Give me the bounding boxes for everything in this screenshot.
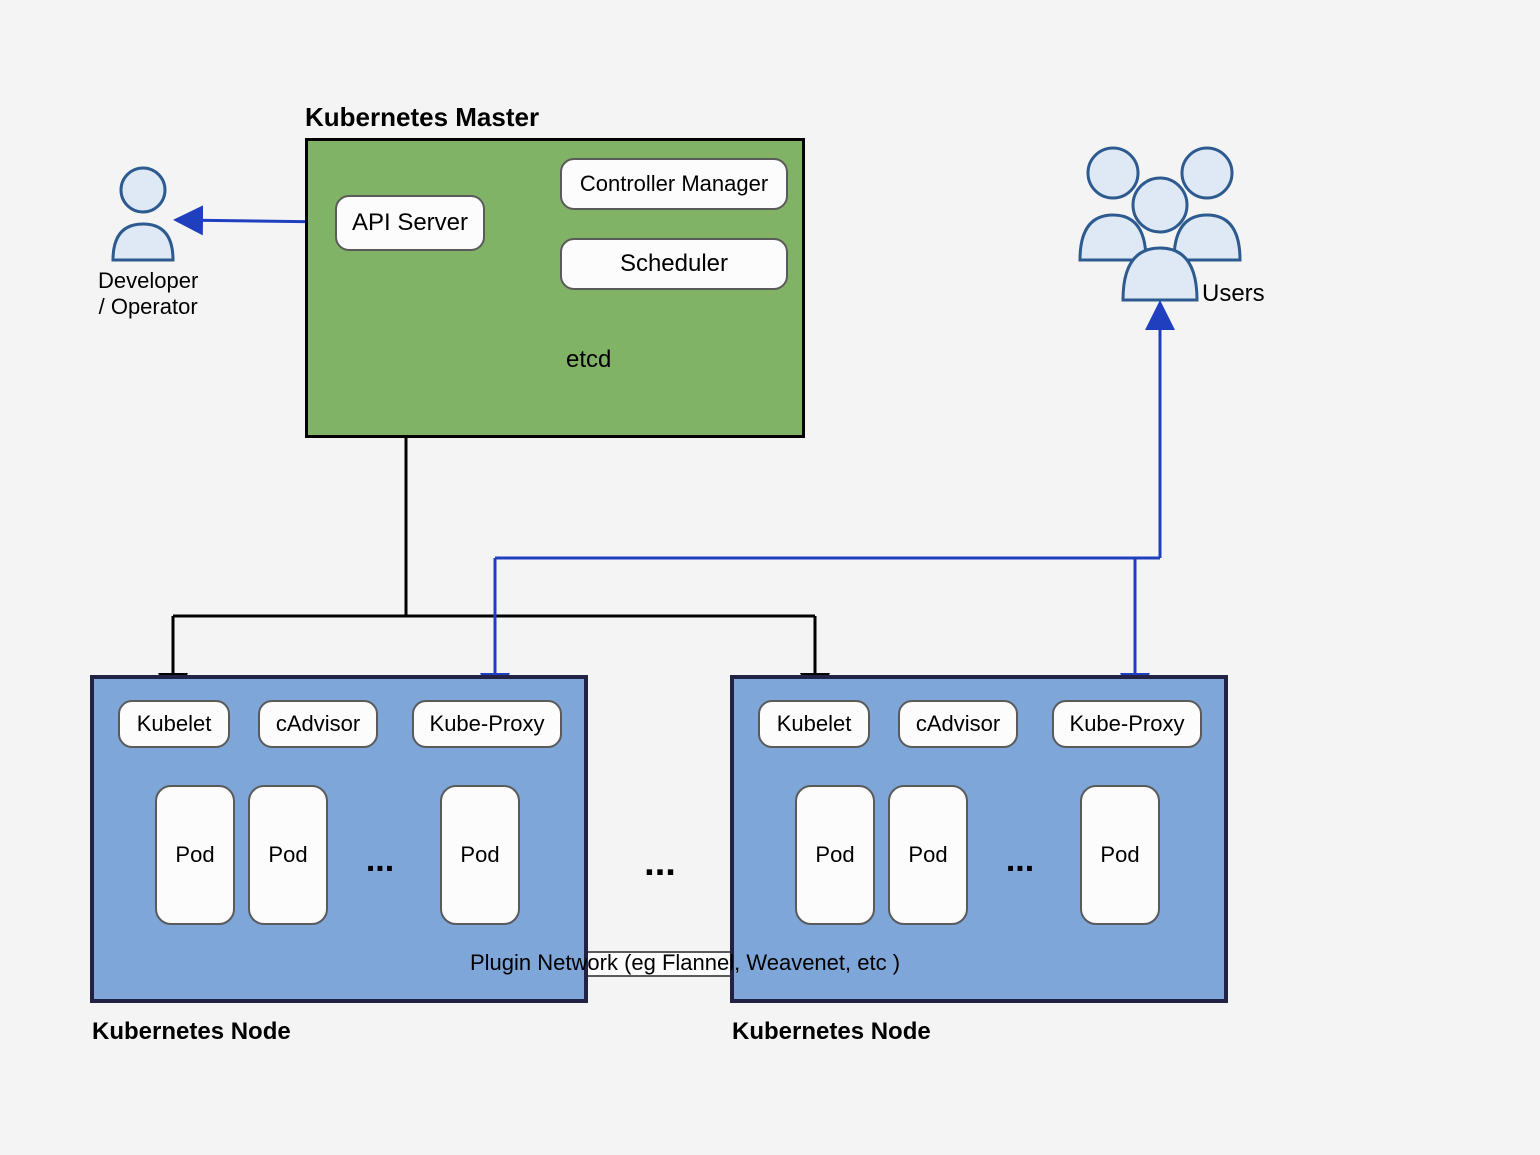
pod-box-l3: Pod: [440, 785, 520, 925]
developer-label: Developer / Operator: [98, 268, 198, 320]
api-server-box: API Server: [335, 195, 485, 251]
kubelet-label-left: Kubelet: [137, 711, 212, 737]
pod-box-l2: Pod: [248, 785, 328, 925]
pod-label-r3: Pod: [1100, 842, 1139, 868]
pod-ellipsis-right: ...: [990, 840, 1050, 880]
pod-box-r3: Pod: [1080, 785, 1160, 925]
nodes-ellipsis: ...: [625, 838, 695, 888]
pod-box-l1: Pod: [155, 785, 235, 925]
kubeproxy-box-right: Kube-Proxy: [1052, 700, 1202, 748]
users-icon: [1080, 148, 1240, 300]
controller-manager-box: Controller Manager: [560, 158, 788, 210]
kubelet-box-right: Kubelet: [758, 700, 870, 748]
kubeproxy-label-left: Kube-Proxy: [430, 711, 545, 737]
api-server-label: API Server: [352, 209, 468, 237]
pod-label-r2: Pod: [908, 842, 947, 868]
pod-label-l3: Pod: [460, 842, 499, 868]
scheduler-box: Scheduler: [560, 238, 788, 290]
cadvisor-label-right: cAdvisor: [916, 711, 1000, 737]
pod-ellipsis-left: ...: [350, 840, 410, 880]
pod-label-r1: Pod: [815, 842, 854, 868]
diagram-canvas: Kubernetes Master Developer / Operator U…: [0, 0, 1540, 1155]
pod-label-l1: Pod: [175, 842, 214, 868]
master-title: Kubernetes Master: [305, 102, 539, 133]
kubelet-box-left: Kubelet: [118, 700, 230, 748]
pod-label-l2: Pod: [268, 842, 307, 868]
cadvisor-box-right: cAdvisor: [898, 700, 1018, 748]
pod-box-r1: Pod: [795, 785, 875, 925]
node-title-left: Kubernetes Node: [92, 1018, 291, 1046]
controller-manager-label: Controller Manager: [580, 171, 768, 197]
scheduler-label: Scheduler: [620, 250, 728, 278]
kubelet-label-right: Kubelet: [777, 711, 852, 737]
kubeproxy-label-right: Kube-Proxy: [1070, 711, 1185, 737]
cadvisor-label-left: cAdvisor: [276, 711, 360, 737]
node-title-right: Kubernetes Node: [732, 1018, 931, 1046]
cadvisor-box-left: cAdvisor: [258, 700, 378, 748]
kubeproxy-box-left: Kube-Proxy: [412, 700, 562, 748]
pod-box-r2: Pod: [888, 785, 968, 925]
developer-icon: [113, 168, 173, 260]
users-label: Users: [1202, 280, 1265, 308]
